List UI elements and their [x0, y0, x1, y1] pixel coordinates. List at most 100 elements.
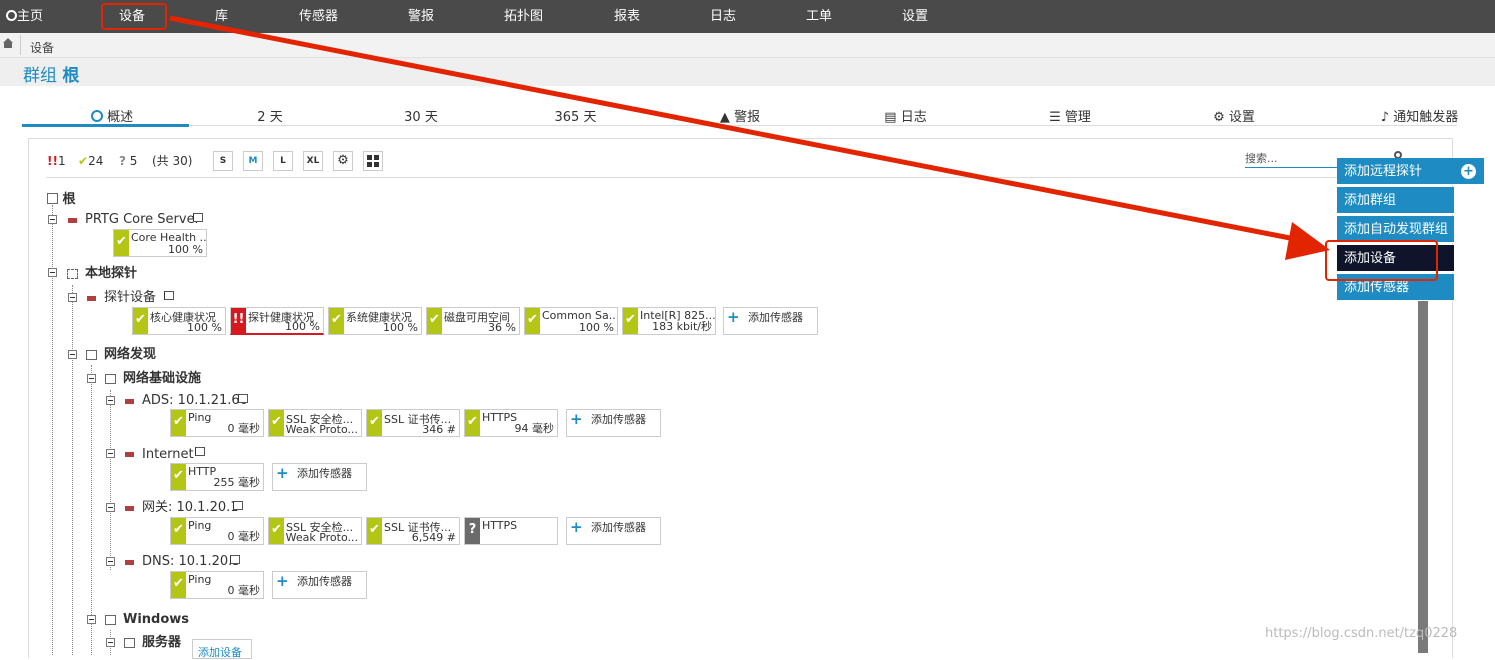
collapse-toggle[interactable]: [106, 503, 115, 512]
up-count: 24: [88, 154, 104, 168]
add-sensor-button[interactable]: + 添加传感器: [723, 307, 818, 335]
nav-tickets[interactable]: 工单: [806, 0, 832, 33]
flag-icon[interactable]: [193, 213, 203, 222]
page-title: 群组 根: [23, 61, 79, 86]
sensor-tile[interactable]: ✔ Core Health ... 100 %: [113, 229, 207, 257]
add-sensor-button[interactable]: + 添加传感器: [566, 409, 661, 437]
collapse-toggle[interactable]: [87, 374, 96, 383]
nav-maps[interactable]: 拓扑图: [504, 0, 543, 33]
plus-icon: +: [276, 572, 289, 590]
flag-icon[interactable]: [238, 394, 248, 403]
tab-log[interactable]: ▤ 日志: [878, 106, 933, 126]
check-icon: ✔: [171, 464, 186, 490]
sensor-tile[interactable]: !! 探针健康状况 100 %: [230, 307, 324, 335]
page-title-name: 根: [62, 66, 80, 86]
tree-node-local-probe[interactable]: 本地探针: [85, 266, 137, 282]
tree-node-internet[interactable]: Internet: [142, 447, 194, 463]
menu-add-auto-discovery-group[interactable]: 添加自动发现群组: [1337, 216, 1454, 243]
flag-icon[interactable]: [195, 447, 205, 456]
sensor-tile[interactable]: ✔ 系统健康状况 100 %: [328, 307, 422, 335]
sensor-tile[interactable]: ✔ HTTPS 94 毫秒: [464, 409, 558, 437]
sensor-tile[interactable]: ✔ SSL 证书传... 6,549 #: [366, 517, 460, 545]
tab-management[interactable]: ☰ 管理: [1044, 106, 1096, 126]
tree-guide: [72, 285, 73, 655]
collapse-toggle[interactable]: [106, 638, 115, 647]
nav-home[interactable]: 主页: [6, 0, 43, 33]
add-sensor-button[interactable]: + 添加传感器: [566, 517, 661, 545]
tab-management-label: 管理: [1064, 110, 1091, 125]
plus-circle-icon[interactable]: +: [1461, 164, 1476, 179]
probe-icon: [67, 269, 78, 279]
size-s-button[interactable]: S: [213, 151, 233, 171]
up-sensors-filter[interactable]: ✔24: [78, 151, 113, 171]
tree-node-gateway[interactable]: 网关: 10.1.20.1: [142, 500, 239, 516]
collapse-toggle[interactable]: [68, 293, 77, 302]
group-icon: [105, 615, 116, 625]
flag-icon[interactable]: [230, 555, 240, 564]
sensor-tile[interactable]: ✔ SSL 证书传... 346 #: [366, 409, 460, 437]
size-l-button[interactable]: L: [273, 151, 293, 171]
collapse-toggle[interactable]: [106, 557, 115, 566]
sensor-tile[interactable]: ✔ Ping 0 毫秒: [170, 409, 264, 437]
nav-alarms[interactable]: 警报: [408, 0, 434, 33]
sensor-tile[interactable]: ✔ 磁盘可用空间 36 %: [426, 307, 520, 335]
scrollbar[interactable]: [1418, 300, 1428, 653]
collapse-toggle[interactable]: [48, 215, 57, 224]
tab-2-days[interactable]: 2 天: [245, 106, 295, 126]
settings-gear-button[interactable]: ⚙: [333, 151, 353, 171]
tree-node-dns[interactable]: DNS: 10.1.20.5: [142, 554, 241, 570]
tree-node-network-infrastructure[interactable]: 网络基础设施: [123, 371, 201, 387]
tree-node-windows[interactable]: Windows: [123, 612, 189, 628]
collapse-toggle[interactable]: [106, 449, 115, 458]
tab-alarms[interactable]: ▲ 警报: [712, 106, 768, 126]
sensor-tile[interactable]: ✔ 核心健康状况 100 %: [132, 307, 226, 335]
tree-node-core-server[interactable]: PRTG Core Server: [85, 212, 200, 228]
tab-settings[interactable]: ⚙ 设置: [1208, 106, 1260, 126]
sensor-tile[interactable]: ✔ HTTP 255 毫秒: [170, 463, 264, 491]
tab-30-days[interactable]: 30 天: [396, 106, 446, 126]
nav-setup[interactable]: 设置: [902, 0, 928, 33]
menu-add-remote-probe[interactable]: 添加远程探针 +: [1337, 158, 1484, 185]
tree-node-root[interactable]: 根: [47, 192, 76, 208]
warning-icon: ▲: [719, 110, 730, 125]
sensor-tile[interactable]: ✔ Common Sa... 100 %: [524, 307, 618, 335]
sensor-tile[interactable]: ? HTTPS: [464, 517, 558, 545]
size-m-button[interactable]: M: [243, 151, 263, 171]
grid-view-button[interactable]: [363, 151, 383, 171]
tab-log-label: 日志: [900, 110, 927, 125]
nav-library[interactable]: 库: [215, 0, 228, 33]
tree-node-ads[interactable]: ADS: 10.1.21.60: [142, 393, 248, 409]
nav-reports[interactable]: 报表: [614, 0, 640, 33]
breadcrumb-item[interactable]: 设备: [30, 39, 54, 56]
size-xl-button[interactable]: XL: [303, 151, 323, 171]
sensor-name: HTTPS: [482, 519, 518, 532]
sensor-tile[interactable]: ✔ Ping 0 毫秒: [170, 571, 264, 599]
sensor-tile[interactable]: ✔ Intel[R] 825... 183 kbit/秒: [622, 307, 716, 335]
nav-logs[interactable]: 日志: [710, 0, 736, 33]
collapse-toggle[interactable]: [106, 396, 115, 405]
down-sensors-filter[interactable]: !!1: [47, 151, 71, 171]
tree-node-servers[interactable]: 服务器: [142, 635, 181, 651]
menu-add-group[interactable]: 添加群组: [1337, 187, 1454, 214]
tree-node-network-discovery[interactable]: 网络发现: [104, 347, 156, 363]
tab-365-days[interactable]: 365 天: [548, 106, 603, 126]
sensor-tile[interactable]: ✔ SSL 安全检... Weak Proto...: [268, 409, 362, 437]
unknown-sensors-filter[interactable]: ? 5: [119, 151, 145, 171]
collapse-toggle[interactable]: [48, 268, 57, 277]
sensor-value: 346 #: [422, 423, 456, 436]
flag-icon[interactable]: [164, 291, 174, 300]
add-device-button[interactable]: 添加设备: [192, 639, 252, 659]
tab-overview[interactable]: 概述: [82, 106, 142, 126]
flag-icon[interactable]: [233, 501, 243, 510]
active-tab-indicator: [22, 124, 189, 127]
tab-notification-triggers[interactable]: ♪ 通知触发器: [1372, 106, 1467, 126]
sensor-tile[interactable]: ✔ Ping 0 毫秒: [170, 517, 264, 545]
tree-node-probe-device[interactable]: 探针设备: [104, 290, 156, 306]
collapse-toggle[interactable]: [68, 350, 77, 359]
collapse-toggle[interactable]: [87, 615, 96, 624]
add-sensor-button[interactable]: + 添加传感器: [272, 463, 367, 491]
nav-sensors[interactable]: 传感器: [299, 0, 338, 33]
sensor-value: 6,549 #: [411, 531, 456, 544]
add-sensor-button[interactable]: + 添加传感器: [272, 571, 367, 599]
sensor-tile[interactable]: ✔ SSL 安全检... Weak Proto...: [268, 517, 362, 545]
